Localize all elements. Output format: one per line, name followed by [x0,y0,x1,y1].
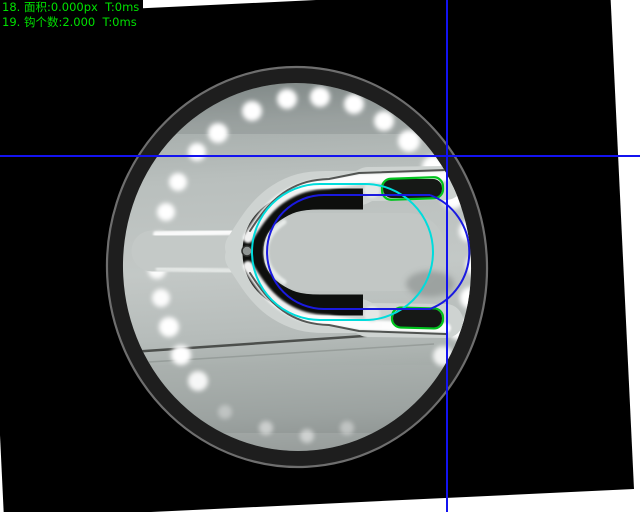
hud-line-area: 18. 面积:0.000px T:0ms [0,0,143,15]
stem-bottom-specular [158,269,241,271]
led-dot [277,89,297,109]
led-dot [157,203,175,221]
hook-tip-lower [393,309,442,328]
led-dot [344,94,364,114]
fork-hole [242,246,252,256]
camera-view-svg [0,0,640,512]
led-dot [300,429,314,443]
led-dot [159,317,179,337]
led-dot [188,143,206,161]
led-dot [218,405,232,419]
led-dot [208,123,228,143]
led-dot [259,421,273,435]
led-dot [310,87,330,107]
hud-line-hook-count: 19. 钩个数:2.000 T:0ms [0,15,141,30]
led-dot [169,173,187,191]
led-dot [171,345,191,365]
hud-results: 18. 面积:0.000px T:0ms 19. 钩个数:2.000 T:0ms [0,0,143,30]
led-dot [374,111,394,131]
led-dot [188,371,208,391]
led-dot [340,421,354,435]
image-viewport[interactable]: 18. 面积:0.000px T:0ms 19. 钩个数:2.000 T:0ms [0,0,640,512]
stem-top-specular [156,232,242,234]
led-dot [152,289,170,307]
led-dot [242,101,262,121]
